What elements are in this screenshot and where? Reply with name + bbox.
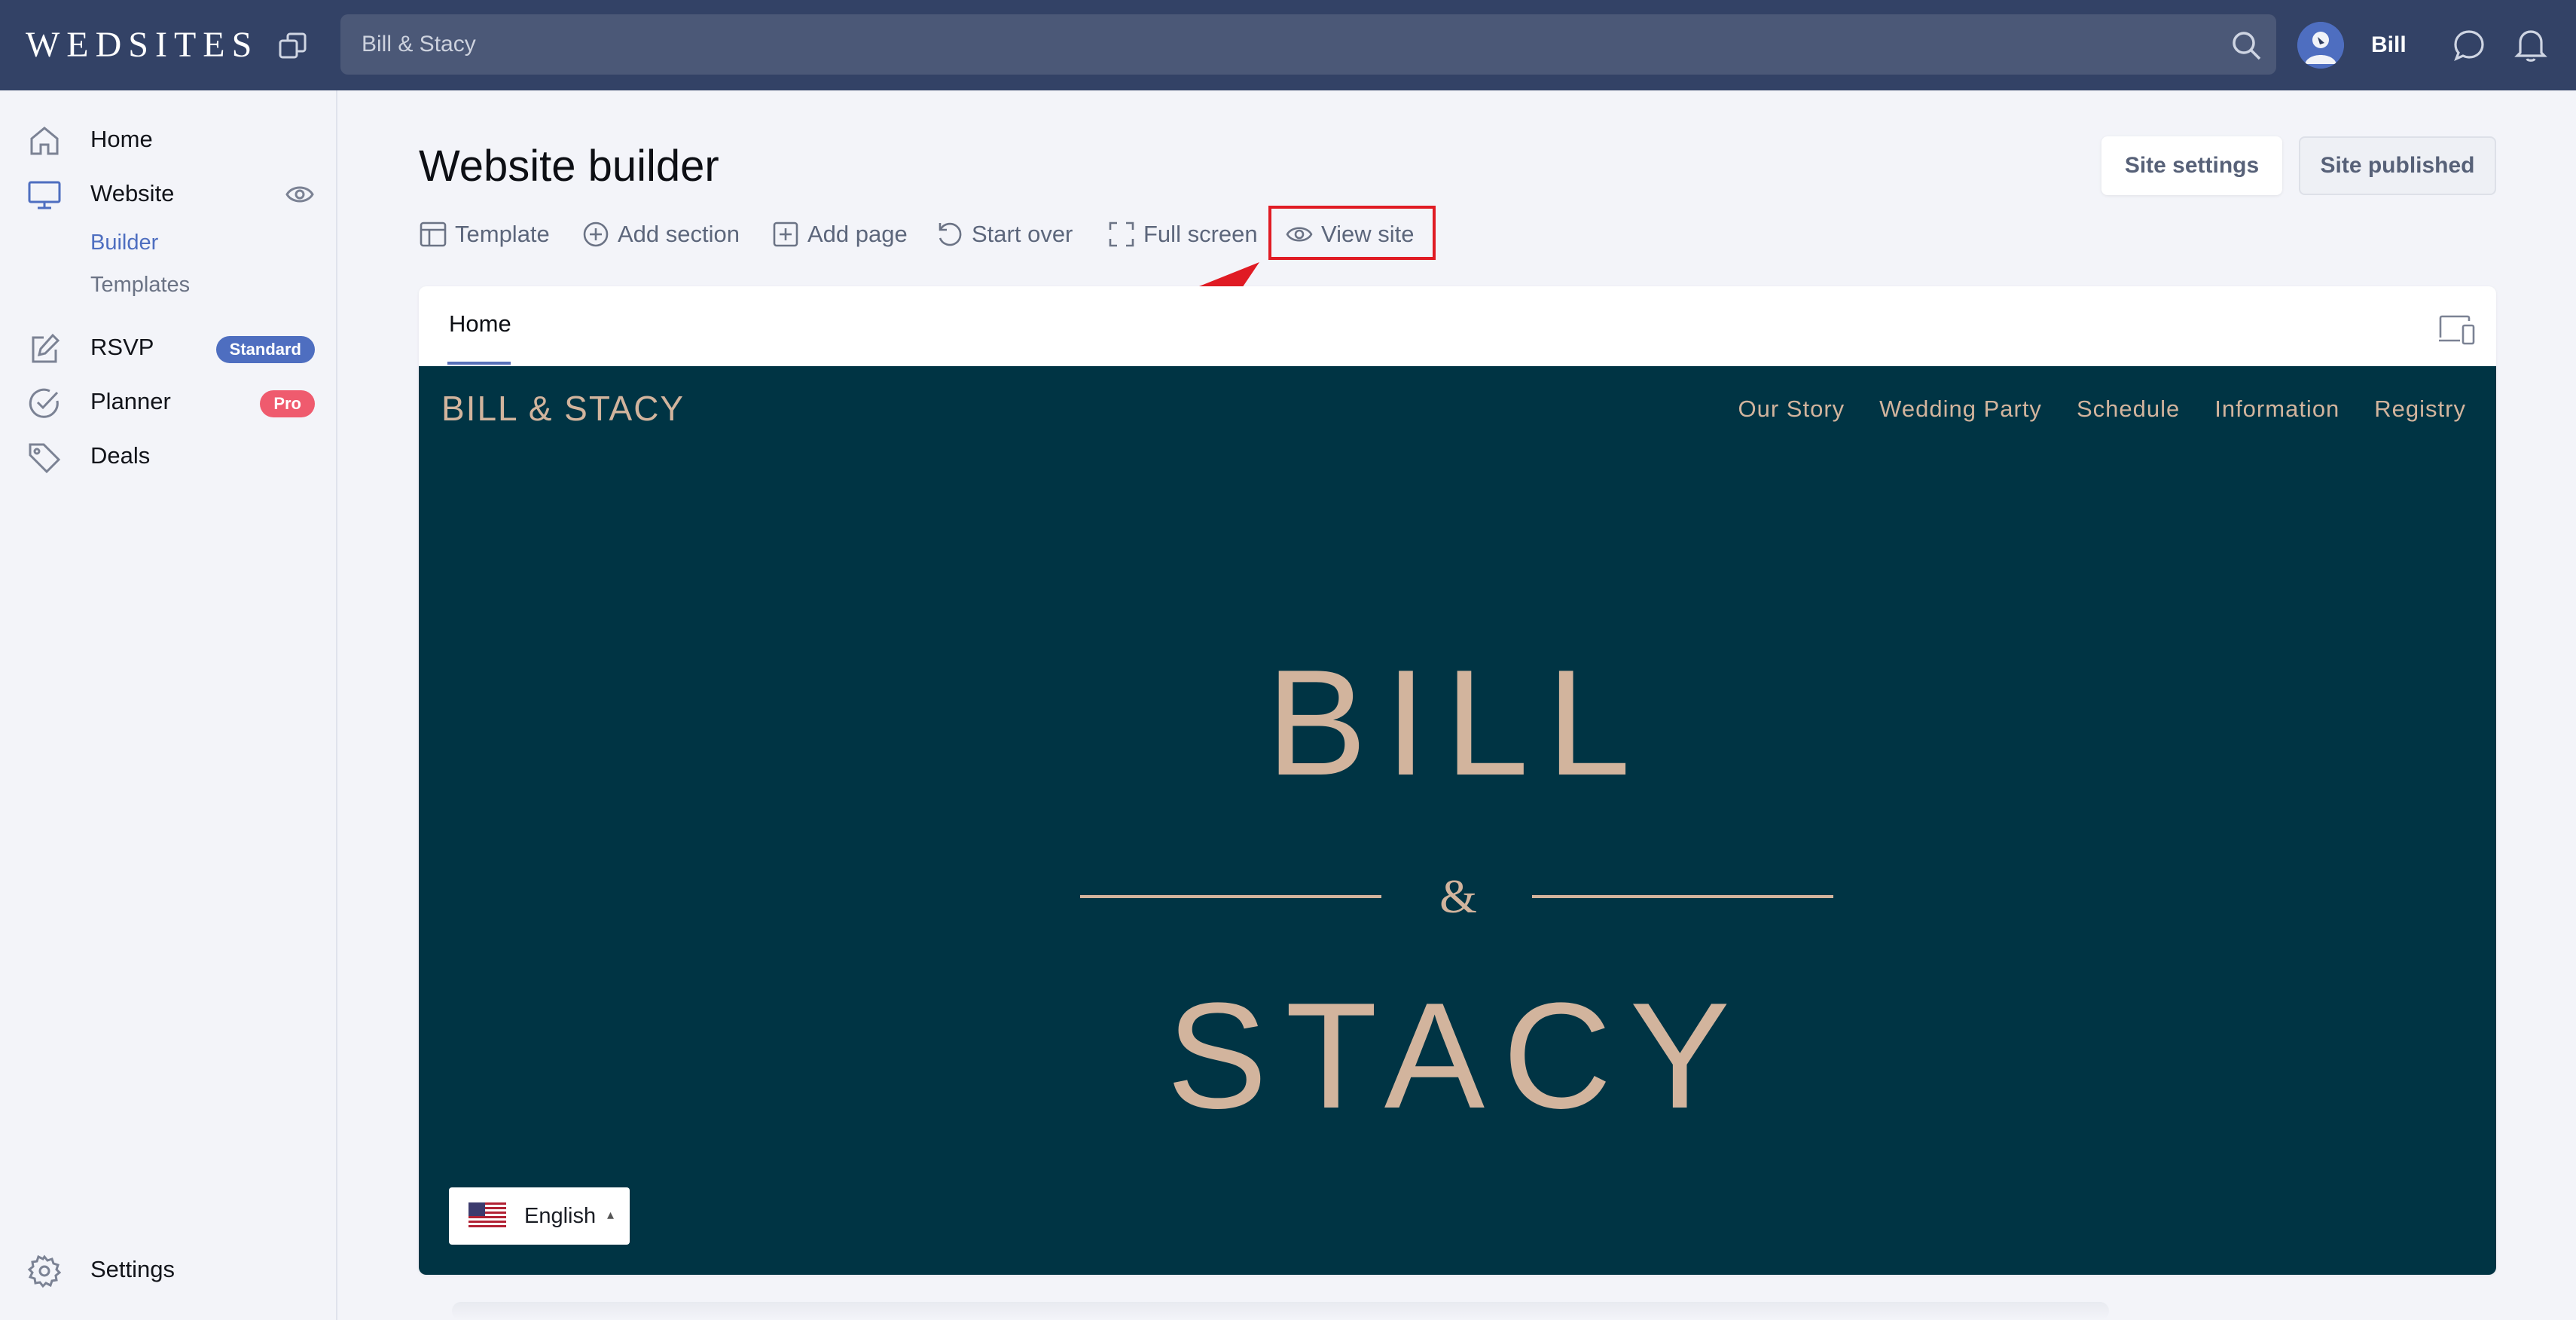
site-settings-button[interactable]: Site settings [2101, 136, 2282, 195]
sidebar-item-rsvp[interactable]: RSVP Standard [0, 322, 337, 371]
site-nav: Our Story Wedding Party Schedule Informa… [1738, 395, 2466, 423]
sidebar-item-label: Home [90, 126, 153, 152]
user-name[interactable]: Bill [2371, 32, 2407, 59]
eye-icon[interactable] [285, 181, 315, 208]
hero-name-bottom: STACY [1167, 972, 1748, 1140]
sidebar-item-label: Deals [90, 442, 151, 469]
hero-ampersand: & [1439, 869, 1477, 923]
sidebar-item-planner[interactable]: Planner Pro [0, 377, 337, 425]
sidebar-item-deals[interactable]: Deals [0, 431, 337, 479]
plan-badge-pro: Pro [260, 390, 315, 417]
template-button[interactable]: Template [419, 215, 562, 252]
search-input[interactable] [362, 14, 2169, 75]
toolbar-label: Add page [807, 221, 908, 247]
site-preview[interactable]: BILL & STACY Our Story Wedding Party Sch… [419, 366, 2496, 1275]
chat-icon[interactable] [2451, 27, 2487, 63]
language-label: English [524, 1204, 597, 1228]
sidebar-item-label: Settings [90, 1256, 175, 1282]
gear-icon [27, 1254, 62, 1288]
builder-preview-card: Home BILL & STACY Our Story Wedding Part… [419, 286, 2496, 1275]
site-logo[interactable]: BILL & STACY [441, 386, 685, 431]
search-bar [340, 14, 2276, 75]
language-selector[interactable]: English ▴ [449, 1187, 630, 1245]
home-icon [27, 124, 62, 158]
fullscreen-icon [1107, 220, 1136, 249]
site-nav-information[interactable]: Information [2214, 395, 2339, 423]
search-icon[interactable] [2230, 29, 2263, 62]
add-section-button[interactable]: Add section [581, 215, 747, 252]
plus-square-icon [771, 220, 800, 249]
active-tab-indicator [447, 362, 511, 365]
switch-site-icon[interactable] [277, 30, 309, 62]
toolbar-label: Add section [618, 221, 740, 247]
tag-icon [27, 440, 62, 475]
toolbar-label: Full screen [1143, 221, 1258, 247]
devices-icon[interactable] [2437, 313, 2477, 347]
card-shadow [452, 1302, 2109, 1320]
sidebar: Home Website Builder Templates RSVP Stan… [0, 90, 337, 1320]
toolbar-label: Template [455, 221, 550, 247]
bell-icon[interactable] [2513, 26, 2549, 63]
hero-divider-left [1080, 895, 1381, 898]
edit-icon [27, 332, 62, 366]
sidebar-item-label: Website [90, 180, 175, 206]
sidebar-item-settings[interactable]: Settings [0, 1245, 337, 1293]
toolbar-label: Start over [972, 221, 1073, 247]
tab-home[interactable]: Home [449, 309, 511, 339]
plus-circle-icon [581, 220, 610, 249]
site-nav-schedule[interactable]: Schedule [2077, 395, 2180, 423]
site-nav-wedding-party[interactable]: Wedding Party [1879, 395, 2042, 423]
layout-icon [419, 220, 447, 249]
start-over-button[interactable]: Start over [935, 215, 1086, 252]
monitor-icon [27, 178, 62, 212]
plan-badge-standard: Standard [215, 336, 315, 363]
sidebar-subitem-templates[interactable]: Templates [90, 271, 190, 298]
wedsites-logo[interactable]: WEDSITES [26, 23, 258, 68]
sidebar-item-label: Planner [90, 388, 171, 414]
site-published-button[interactable]: Site published [2299, 136, 2496, 195]
check-circle-icon [27, 386, 62, 420]
sidebar-item-home[interactable]: Home [0, 115, 337, 163]
full-screen-button[interactable]: Full screen [1107, 215, 1258, 252]
site-nav-our-story[interactable]: Our Story [1738, 395, 1845, 423]
hero-divider-right [1532, 895, 1833, 898]
add-page-button[interactable]: Add page [771, 215, 922, 252]
view-site-highlight-box [1268, 206, 1436, 260]
sidebar-subitem-builder[interactable]: Builder [90, 229, 158, 256]
caret-up-icon: ▴ [607, 1207, 615, 1222]
avatar[interactable] [2297, 22, 2344, 69]
undo-icon [935, 220, 964, 249]
us-flag-icon [469, 1202, 506, 1230]
sidebar-item-label: RSVP [90, 334, 154, 360]
sidebar-item-website[interactable]: Website [0, 169, 337, 217]
site-nav-registry[interactable]: Registry [2374, 395, 2466, 423]
hero-name-top: BILL [1266, 639, 1649, 807]
top-bar: WEDSITES Bill [0, 0, 2576, 90]
page-title: Website builder [419, 142, 719, 191]
